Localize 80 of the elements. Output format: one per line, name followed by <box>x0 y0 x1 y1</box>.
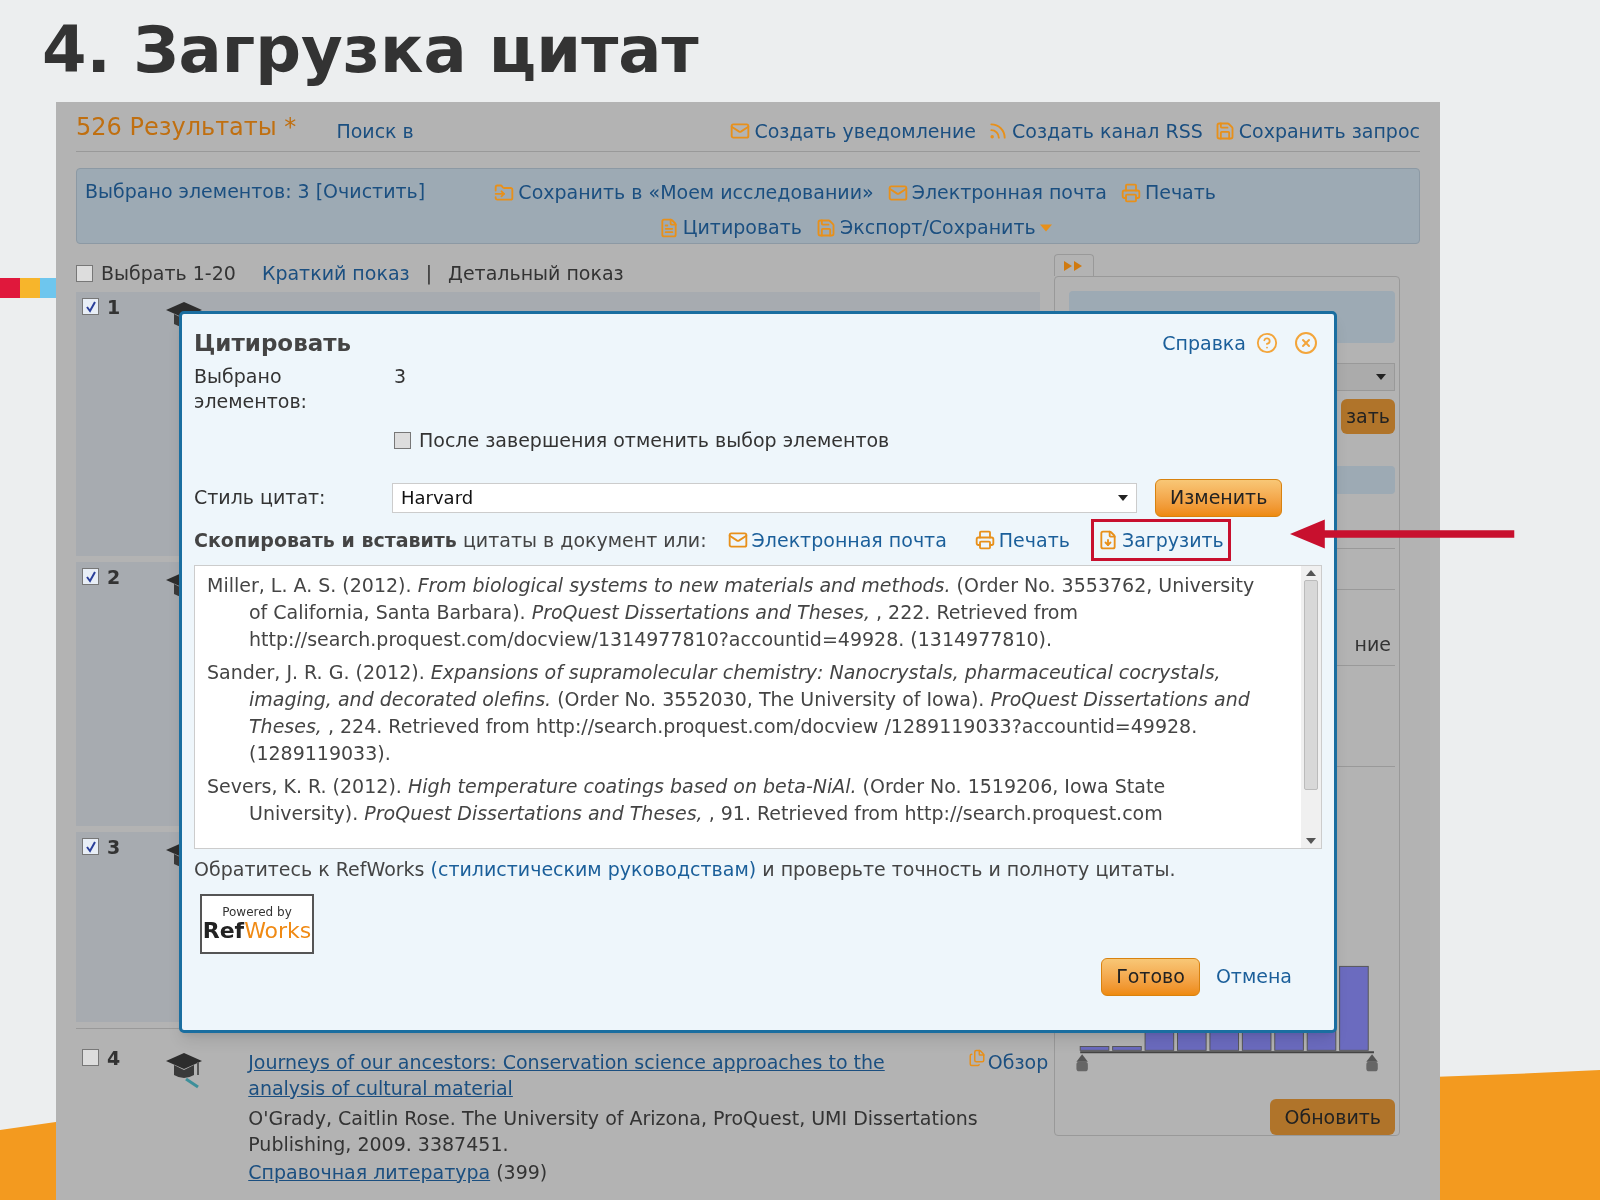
scroll-up-arrow-icon[interactable] <box>1306 570 1316 576</box>
select-all-checkbox[interactable] <box>76 264 93 282</box>
references-link[interactable]: Справочная литература <box>248 1159 491 1185</box>
search-in-link[interactable]: Поиск в <box>336 116 414 145</box>
header-action-link[interactable]: Создать уведомление <box>730 116 976 145</box>
references-count: (399) <box>496 1160 548 1185</box>
help-link[interactable]: Справка <box>1162 328 1246 358</box>
double-arrow-icon <box>1064 260 1084 271</box>
envelope-icon <box>887 182 908 203</box>
view-link[interactable]: Детальный показ <box>448 258 624 288</box>
result-checkbox[interactable] <box>82 1049 99 1066</box>
powered-by-text: Powered by <box>222 904 292 919</box>
done-button[interactable]: Готово <box>1101 957 1200 996</box>
toolbar-action-link[interactable]: Печать <box>1120 177 1217 208</box>
citation-style-select[interactable]: Harvard <box>392 482 1137 513</box>
slider-handle-icon[interactable] <box>1366 1053 1378 1071</box>
change-button[interactable]: Изменить <box>1155 478 1283 517</box>
slide-title: 4. Загрузка цитат <box>42 12 699 89</box>
header-action-link[interactable]: Сохранить запрос <box>1214 116 1420 145</box>
result-checkbox[interactable] <box>82 838 99 855</box>
rss-icon <box>988 120 1008 141</box>
caret-icon <box>1039 223 1052 232</box>
export-link[interactable]: Загрузить <box>1090 518 1231 561</box>
scroll-down-arrow-icon[interactable] <box>1306 838 1316 844</box>
result-checkbox[interactable] <box>82 298 99 315</box>
scroll-thumb[interactable] <box>1304 580 1318 790</box>
document-icon <box>658 217 679 238</box>
envelope-icon <box>730 120 751 141</box>
selected-count-text: Выбрано элементов: 3 [Очистить] <box>85 179 426 204</box>
separator-text: | <box>425 260 433 287</box>
deselect-label: После завершения отменить выбор элементов <box>419 428 890 453</box>
deselect-checkbox[interactable] <box>394 431 411 449</box>
refresh-button[interactable]: Обновить <box>1270 1098 1395 1135</box>
document-download-icon <box>1097 529 1118 550</box>
result-number: 3 <box>107 838 121 856</box>
dialog-title: Цитировать <box>194 328 352 358</box>
selected-items-value: 3 <box>394 364 407 389</box>
histogram-bar <box>1112 1045 1142 1051</box>
preview-link[interactable]: Обзор <box>967 1049 1049 1075</box>
citation-text: Severs, K. R. (2012). High temperature coatings based on beta-NiAl. (Order No. 1519206, Iowa State University). ProQuest Dissertations and Theses, , 91. Retrieved from http://search.proquest.com <box>207 774 1167 826</box>
export-link[interactable]: Электронная почта <box>720 518 954 561</box>
result-number: 2 <box>107 568 121 586</box>
cancel-link[interactable]: Отмена <box>1215 962 1292 991</box>
printer-icon <box>1120 182 1141 203</box>
facet-label: ние <box>1354 632 1392 658</box>
sort-button[interactable]: зать <box>1341 399 1395 434</box>
toolbar-action-link[interactable]: Сохранить в «Моем исследовании» <box>494 177 874 208</box>
result-details: O'Grady, Caitlin Rose. The University of Arizona, ProQuest, UMI Dissertations Publishing, 2009. 3387451. <box>248 1106 979 1157</box>
result-number: 4 <box>107 1049 121 1067</box>
citation-text: Miller, L. A. S. (2012). From biological systems to new materials and methods. (Order No. 3553762, University of California, Santa Barbara). ProQuest Dissertations and Theses, , 222. Retrieved from http://search.proquest.com/docview/1314977810?accountid=49928. (1314977810). <box>207 573 1256 652</box>
caret-icon <box>1376 373 1386 380</box>
select-all-label: Выбрать 1-20 <box>101 260 236 286</box>
logo-ref-text: Ref <box>202 918 245 943</box>
folder-icon <box>494 182 515 203</box>
export-link[interactable]: Печать <box>967 518 1077 561</box>
documents-icon <box>967 1049 986 1067</box>
copy-instruction: Скопировать и вставить цитаты в документ или: <box>194 527 707 553</box>
toolbar-action-link[interactable]: Экспорт/Сохранить <box>816 212 1052 243</box>
result-title-link[interactable]: Journeys of our ancestors: Conservation science approaches to the analysis of cultural material <box>248 1049 939 1101</box>
toolbar-action-link[interactable]: Цитировать <box>658 212 803 243</box>
result-checkbox[interactable] <box>82 568 99 585</box>
results-count: 526 Результаты * <box>76 112 297 143</box>
color-stripe-drawing <box>0 278 56 298</box>
logo-works-text: Works <box>244 918 312 943</box>
slider-handle-icon[interactable] <box>1076 1053 1088 1071</box>
citation-style-label: Стиль цитат: <box>194 485 327 511</box>
result-number: 1 <box>107 298 121 316</box>
toolbar-action-link[interactable]: Электронная почта <box>887 177 1107 208</box>
style-guide-link[interactable]: (стилистическим руководствам) <box>430 858 757 880</box>
view-link[interactable]: Краткий показ <box>261 258 410 288</box>
envelope-icon <box>727 529 748 550</box>
header-action-link[interactable]: Создать канал RSS <box>988 116 1203 145</box>
printer-icon <box>974 529 995 550</box>
style-guide-note: Обратитесь к RefWorks (стилистическим руководствам) и проверьте точность и полноту цитаты. <box>194 857 1177 882</box>
scrollbar[interactable] <box>1301 566 1321 848</box>
citation-text: Sander, J. R. G. (2012). Expansions of supramolecular chemistry: Nanocrystals, pharmaceutical cocrystals, imaging, and decorated olefins. (Order No. 3552030, The University of Iowa). ProQuest Dissertations and Theses, , 224. Retrieved from http://search.proquest.com/docview /1289119033?accountid=49928. (1289119033). <box>207 660 1251 766</box>
close-icon[interactable] <box>1294 331 1318 355</box>
help-icon[interactable] <box>1256 332 1278 354</box>
selected-items-label: Выбрано элементов: <box>194 364 308 414</box>
histogram-bar <box>1079 1045 1110 1051</box>
